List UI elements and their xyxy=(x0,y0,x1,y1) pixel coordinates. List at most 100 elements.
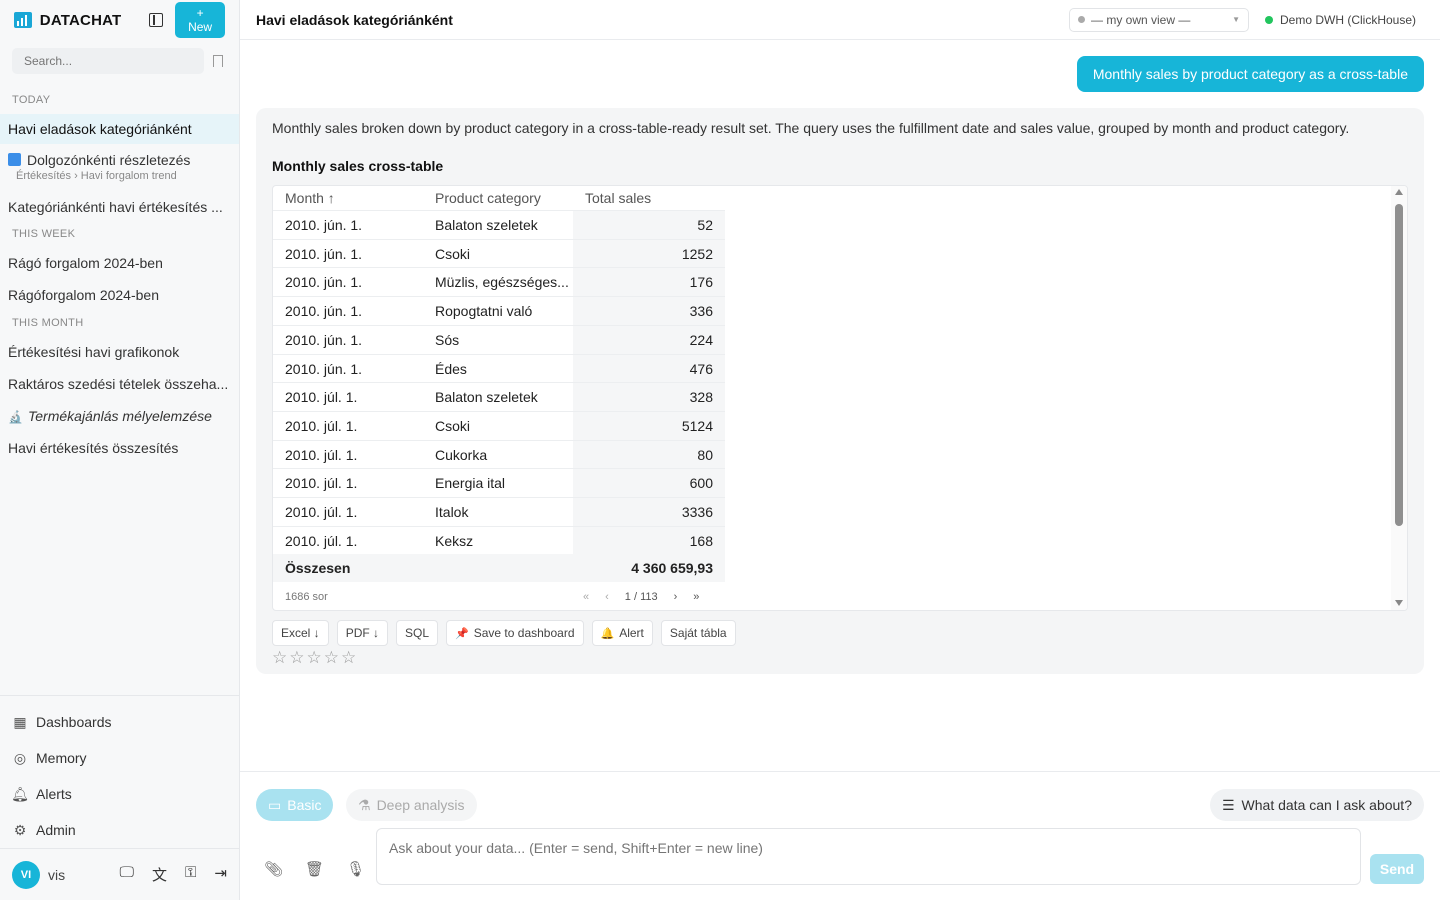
cell-total: 52 xyxy=(573,211,725,239)
nav-admin[interactable]: ⚙ Admin xyxy=(0,812,239,848)
column-header-month[interactable]: Month ↑ xyxy=(273,190,423,206)
nav-dashboards[interactable]: ▦ Dashboards xyxy=(0,704,239,740)
history-item-breadcrumb: Értékesítés › Havi forgalom trend xyxy=(16,170,177,182)
export-excel-button[interactable]: Excel ↓ xyxy=(272,620,329,646)
history-item[interactable]: Kategóriánkénti havi értékesítés ... xyxy=(0,199,239,215)
button-label: Alert xyxy=(619,626,644,640)
last-page-button[interactable]: » xyxy=(693,591,699,603)
column-header-total[interactable]: Total sales xyxy=(573,186,725,210)
next-page-button[interactable]: › xyxy=(674,591,678,603)
row-count: 1686 sor xyxy=(285,591,328,603)
save-to-dashboard-button[interactable]: 📌 Save to dashboard xyxy=(446,620,584,646)
star-icon[interactable]: ☆ xyxy=(307,648,322,668)
prompt-input[interactable] xyxy=(376,828,1361,885)
nav-label: Dashboards xyxy=(36,714,112,730)
history-item[interactable]: 🔬 Termékajánlás mélyelemzése xyxy=(0,408,239,424)
history-item[interactable]: Dolgozónkénti részletezés Értékesítés › … xyxy=(0,152,239,190)
star-icon[interactable]: ☆ xyxy=(272,648,287,668)
show-sql-button[interactable]: SQL xyxy=(396,620,439,646)
nav-memory[interactable]: ◎ Memory xyxy=(0,740,239,776)
history-item[interactable]: Raktáros szedési tételek összeha... xyxy=(0,376,239,392)
star-icon[interactable]: ☆ xyxy=(324,648,339,668)
cell-category: Balaton szeletek xyxy=(435,389,538,406)
scroll-down-icon[interactable] xyxy=(1395,600,1403,606)
bell-icon: 🔔 xyxy=(600,627,615,640)
first-page-button[interactable]: « xyxy=(583,591,589,603)
cell-total: 336 xyxy=(573,297,725,326)
section-this-week: THIS WEEK xyxy=(12,228,76,240)
cell-month: 2010. jún. 1. xyxy=(285,331,363,348)
cell-total: 476 xyxy=(573,354,725,383)
new-chat-button[interactable]: + New xyxy=(175,2,225,38)
own-table-button[interactable]: Saját tábla xyxy=(660,620,736,646)
search-input[interactable] xyxy=(12,48,204,74)
microphone-icon[interactable]: 🎙︎ xyxy=(346,860,365,878)
monitor-icon[interactable]: 🖵 xyxy=(120,864,134,885)
cell-month: 2010. júl. 1. xyxy=(285,417,358,434)
top-bar: Havi eladások kategóriánként — my own vi… xyxy=(240,0,1440,40)
cell-category: Keksz xyxy=(435,532,474,549)
prev-page-button[interactable]: ‹ xyxy=(605,591,609,603)
history-item-active[interactable]: Havi eladások kategóriánként xyxy=(0,114,239,144)
history-item[interactable]: Rágó forgalom 2024-ben xyxy=(0,255,239,271)
user-name: vis xyxy=(48,866,66,883)
cell-category: Csoki xyxy=(435,417,471,434)
key-icon[interactable]: ⚿ xyxy=(185,864,196,885)
cell-category: Italok xyxy=(435,504,469,520)
bell-icon: 🔔︎ xyxy=(11,785,29,802)
cell-total: 224 xyxy=(573,325,725,354)
pin-icon: 📌 xyxy=(455,627,469,640)
collapse-sidebar-icon[interactable] xyxy=(149,13,164,27)
sidebar-nav: ▦ Dashboards ◎ Memory 🔔︎ Alerts ⚙ Admin xyxy=(0,695,239,848)
paperclip-icon[interactable]: 📎︎ xyxy=(264,860,283,878)
cell-total: 3336 xyxy=(573,498,725,526)
trash-icon[interactable]: 🗑︎ xyxy=(305,860,324,878)
brain-icon: ◎ xyxy=(13,749,27,766)
cell-total: 600 xyxy=(573,469,725,498)
view-select[interactable]: — my own view — ▼ xyxy=(1068,7,1249,32)
table-header: Month ↑ Product category Total sales xyxy=(273,186,725,210)
cell-category: Édes xyxy=(435,360,467,377)
nav-label: Alerts xyxy=(36,786,72,802)
view-status-dot xyxy=(1077,16,1085,23)
sidebar: DATACHAT + New TODAY Havi eladások kateg… xyxy=(0,0,240,900)
history-item[interactable]: Értékesítési havi grafikonok xyxy=(0,344,239,360)
table-scrollbar[interactable] xyxy=(1391,186,1407,610)
cell-month: 2010. jún. 1. xyxy=(285,217,363,233)
user-tools: 🖵 文 ⚿ ⇥ xyxy=(120,864,227,885)
microscope-icon: 🔬 xyxy=(8,410,23,424)
mode-deep-analysis-button[interactable]: ⚗ Deep analysis xyxy=(346,789,477,821)
send-button[interactable]: Send xyxy=(1370,854,1424,884)
cell-category: Cukorka xyxy=(435,446,488,463)
column-header-category[interactable]: Product category xyxy=(423,190,573,206)
star-icon[interactable]: ☆ xyxy=(341,648,356,668)
db-connection-status[interactable]: Demo DWH (ClickHouse) xyxy=(1264,13,1416,27)
logout-icon[interactable]: ⇥ xyxy=(214,864,227,885)
history-item[interactable]: Havi értékesítés összesítés xyxy=(0,440,239,456)
cell-month: 2010. júl. 1. xyxy=(285,446,358,463)
cell-month: 2010. júl. 1. xyxy=(285,532,358,549)
alert-button[interactable]: 🔔 Alert xyxy=(591,620,653,646)
composer: ▭ Basic ⚗ Deep analysis ☰ What data can I a… xyxy=(240,771,1440,900)
star-icon[interactable]: ☆ xyxy=(289,648,304,668)
cell-month: 2010. jún. 1. xyxy=(285,303,363,320)
table-row: 2010. jún. 1. Müzlis, egészséges... 176 xyxy=(273,267,725,297)
table-row: 2010. jún. 1. Sós 224 xyxy=(273,324,725,354)
history-item[interactable]: Rágóforgalom 2024-ben xyxy=(0,287,239,303)
what-can-i-ask-button[interactable]: ☰ What data can I ask about? xyxy=(1209,789,1424,821)
nav-alerts[interactable]: 🔔︎ Alerts xyxy=(0,776,239,812)
composer-tools: 📎︎ 🗑︎ 🎙︎ xyxy=(264,860,365,878)
cell-month: 2010. jún. 1. xyxy=(285,245,363,262)
table-row: 2010. júl. 1. Cukorka 80 xyxy=(273,439,725,469)
gear-icon: ⚙ xyxy=(13,821,27,838)
total-value: 4 360 659,93 xyxy=(631,560,713,576)
mode-basic-button[interactable]: ▭ Basic xyxy=(256,789,334,821)
translate-icon[interactable]: 文 xyxy=(152,864,167,885)
avatar[interactable]: VI xyxy=(12,860,40,889)
bookmark-icon[interactable] xyxy=(213,55,223,67)
export-pdf-button[interactable]: PDF ↓ xyxy=(336,620,389,646)
history-item-label: Termékajánlás mélyelemzése xyxy=(28,408,212,424)
scroll-thumb[interactable] xyxy=(1395,204,1403,526)
scroll-up-icon[interactable] xyxy=(1395,189,1403,195)
result-table: Month ↑ Product category Total sales 201… xyxy=(272,185,1408,611)
